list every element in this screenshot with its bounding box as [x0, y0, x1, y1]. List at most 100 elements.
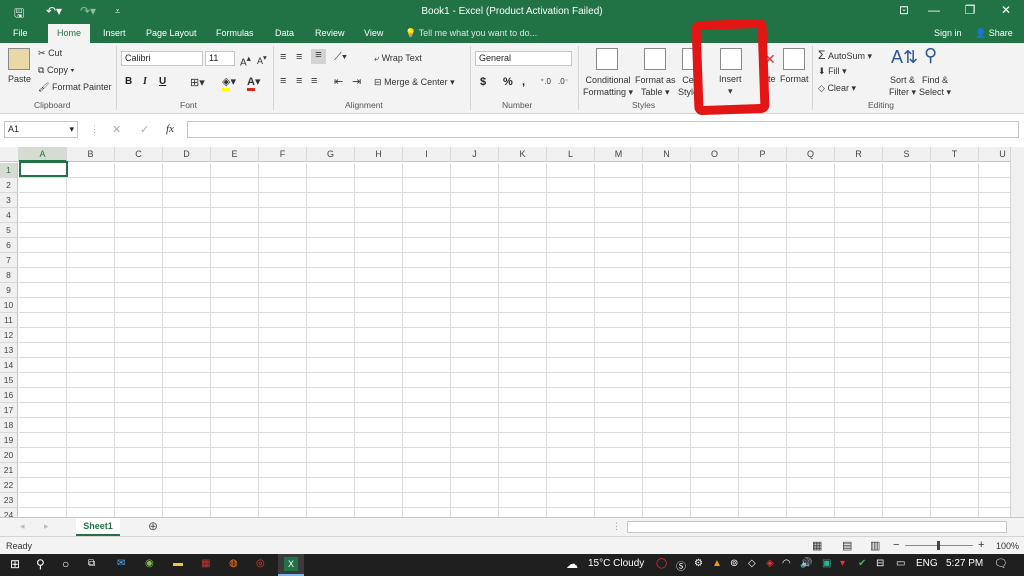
row-header[interactable]: 18 — [0, 418, 18, 433]
zoom-in-icon[interactable]: + — [978, 539, 984, 551]
app-icon[interactable]: ◉ — [145, 558, 154, 569]
app-icon-2[interactable]: ▦ — [201, 558, 210, 569]
merge-center-button[interactable]: ⊟ Merge & Center ▾ — [374, 77, 455, 88]
row-header[interactable]: 21 — [0, 463, 18, 478]
battery-icon[interactable]: ▭ — [896, 558, 905, 569]
format-as-table-icon[interactable] — [644, 48, 666, 70]
tab-view[interactable]: View — [361, 24, 386, 43]
increase-decimal-icon[interactable]: ⁺.0 — [540, 77, 551, 86]
column-header[interactable]: Q — [787, 147, 835, 162]
row-header[interactable]: 10 — [0, 298, 18, 313]
decrease-decimal-icon[interactable]: .0⁻ — [558, 77, 569, 86]
tray-icon-7[interactable]: ◈ — [766, 558, 774, 569]
column-header[interactable]: I — [403, 147, 451, 162]
underline-button[interactable]: U — [159, 76, 166, 87]
column-header[interactable]: D — [163, 147, 211, 162]
wifi-icon[interactable]: ◠ — [782, 558, 791, 569]
zoom-slider-thumb[interactable] — [937, 541, 940, 550]
tab-formulas[interactable]: Formulas — [213, 24, 257, 43]
row-header[interactable]: 4 — [0, 208, 18, 223]
currency-button[interactable]: $ — [480, 76, 486, 88]
column-header[interactable]: S — [883, 147, 931, 162]
tray-icon-3[interactable]: ⚙ — [694, 558, 703, 569]
tray-icon-5[interactable]: ⊚ — [730, 558, 738, 569]
tab-file[interactable]: File — [10, 24, 31, 43]
paste-button[interactable]: Paste — [8, 74, 31, 84]
row-header[interactable]: 8 — [0, 268, 18, 283]
column-header[interactable]: A — [19, 147, 67, 162]
column-header[interactable]: G — [307, 147, 355, 162]
tray-icon-10[interactable]: ✔ — [858, 558, 866, 569]
grow-font-icon[interactable]: A▴ — [240, 53, 251, 68]
task-view-icon[interactable]: ⧉ — [88, 558, 95, 569]
row-header[interactable]: 15 — [0, 373, 18, 388]
bottom-align-icon[interactable]: ≡ — [311, 49, 326, 64]
column-header[interactable]: B — [67, 147, 115, 162]
tray-icon-2[interactable]: Ⓢ — [676, 558, 686, 573]
font-color-icon[interactable]: A▾ — [247, 75, 260, 91]
format-cells-icon[interactable] — [783, 48, 805, 70]
top-align-icon[interactable]: ≡ — [280, 51, 286, 63]
shrink-font-icon[interactable]: A▾ — [257, 53, 267, 66]
page-layout-view-icon[interactable]: ▤ — [842, 539, 852, 552]
autosum-button[interactable]: Σ AutoSum ▾ — [818, 48, 872, 62]
tray-icon-1[interactable]: ◯ — [656, 558, 667, 569]
row-header[interactable]: 20 — [0, 448, 18, 463]
tab-data[interactable]: Data — [272, 24, 297, 43]
cortana-icon[interactable]: ○ — [62, 557, 69, 571]
borders-icon[interactable]: ⊞▾ — [190, 76, 205, 89]
row-header[interactable]: 23 — [0, 493, 18, 508]
tell-me-box[interactable]: 💡 Tell me what you want to do... — [405, 28, 537, 39]
normal-view-icon[interactable]: ▦ — [812, 539, 822, 552]
weather-text[interactable]: 15°C Cloudy — [588, 558, 644, 569]
format-as-table-button[interactable]: Format as Table ▾ — [635, 74, 676, 98]
column-header[interactable]: P — [739, 147, 787, 162]
name-box[interactable]: A1 ▾ — [4, 121, 78, 138]
scroll-left-icon[interactable]: ◂ — [20, 521, 25, 532]
file-explorer-icon[interactable]: ▬ — [173, 558, 183, 569]
volume-icon[interactable]: 🔊 — [800, 558, 812, 569]
excel-taskbar-button[interactable]: X — [278, 554, 304, 576]
enter-icon[interactable]: ✓ — [140, 123, 149, 136]
cell-area[interactable] — [19, 163, 1010, 517]
row-header[interactable]: 6 — [0, 238, 18, 253]
conditional-formatting-icon[interactable] — [596, 48, 618, 70]
tray-icon-6[interactable]: ◇ — [748, 558, 756, 569]
tray-icon-4[interactable]: ▲ — [712, 558, 722, 569]
clock[interactable]: 5:27 PM — [946, 558, 983, 569]
paste-icon[interactable] — [8, 48, 30, 70]
formula-input[interactable] — [187, 121, 1019, 138]
zoom-out-icon[interactable]: − — [893, 539, 899, 551]
restore-icon[interactable]: ❐ — [958, 3, 982, 17]
notification-icon[interactable]: 🗨 — [994, 557, 1008, 570]
conditional-formatting-button[interactable]: Conditional Formatting ▾ — [583, 74, 633, 98]
find-select-button[interactable]: Find & Select ▾ — [919, 74, 951, 98]
vertical-scrollbar[interactable] — [1010, 147, 1024, 517]
fill-button[interactable]: ⬇ Fill ▾ — [818, 66, 847, 77]
increase-indent-icon[interactable]: ⇥ — [352, 75, 361, 88]
share-button[interactable]: 👤 Share — [975, 28, 1013, 39]
format-button[interactable]: Format — [780, 74, 809, 84]
tab-page-layout[interactable]: Page Layout — [143, 24, 200, 43]
minimize-icon[interactable]: — — [922, 3, 946, 17]
cancel-icon[interactable]: ✕ — [112, 123, 121, 136]
cut-button[interactable]: ✂ Cut — [38, 48, 62, 59]
active-cell-a1[interactable] — [19, 161, 68, 177]
column-header[interactable]: U — [979, 147, 1010, 162]
row-header[interactable]: 2 — [0, 178, 18, 193]
fill-color-icon[interactable]: ◈▾ — [222, 75, 236, 91]
chrome-icon[interactable]: ◎ — [256, 558, 265, 569]
row-header[interactable]: 12 — [0, 328, 18, 343]
column-header[interactable]: E — [211, 147, 259, 162]
row-header[interactable]: 24 — [0, 508, 18, 517]
bold-button[interactable]: B — [125, 76, 132, 87]
firefox-icon[interactable]: ◍ — [229, 558, 238, 569]
row-header[interactable]: 11 — [0, 313, 18, 328]
search-icon[interactable]: ⚲ — [36, 557, 45, 571]
tray-icon-11[interactable]: ⊟ — [876, 558, 884, 569]
tray-icon-9[interactable]: ▾ — [840, 558, 845, 569]
sort-filter-button[interactable]: Sort & Filter ▾ — [889, 74, 916, 98]
column-header[interactable]: R — [835, 147, 883, 162]
copy-button[interactable]: ⧉ Copy ▾ — [38, 65, 74, 76]
column-header[interactable]: K — [499, 147, 547, 162]
